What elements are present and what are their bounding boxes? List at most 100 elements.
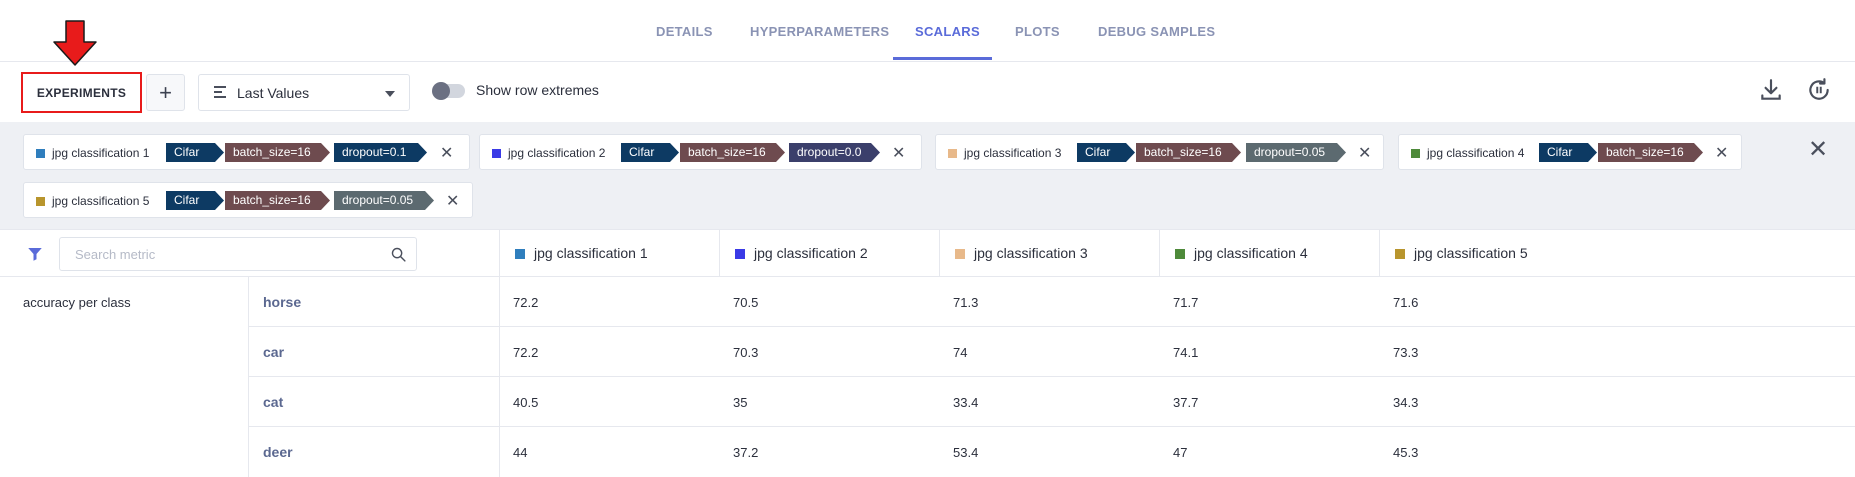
metric-value: 70.3 xyxy=(733,345,759,360)
chevron-down-icon xyxy=(385,91,395,97)
arrow-down-icon xyxy=(53,20,97,66)
value-type-select[interactable]: Last Values xyxy=(198,74,410,111)
value-type-selected: Last Values xyxy=(237,85,310,101)
experiment-name: jpg classification 1 xyxy=(52,146,150,160)
column-header-experiment: jpg classification 1 xyxy=(499,230,719,277)
column-header-label: jpg classification 4 xyxy=(1194,245,1308,261)
column-header-label: jpg classification 3 xyxy=(974,245,1088,261)
tab-scalars[interactable]: SCALARS xyxy=(915,24,980,39)
column-header-experiment: jpg classification 2 xyxy=(719,230,939,277)
experiment-color-swatch xyxy=(1175,249,1185,259)
experiment-color-swatch xyxy=(955,249,965,259)
experiment-tag: Cifar xyxy=(621,143,679,162)
column-header-experiment: jpg classification 5 xyxy=(1379,230,1855,277)
tab-details[interactable]: DETAILS xyxy=(656,24,713,39)
close-icon[interactable]: ✕ xyxy=(1358,143,1371,163)
close-icon[interactable]: ✕ xyxy=(1715,143,1728,163)
selected-experiments-panel: jpg classification 1 Cifar batch_size=16… xyxy=(0,122,1855,229)
column-header-experiment: jpg classification 3 xyxy=(939,230,1159,277)
table-row: car 72.2 70.3 74 74.1 73.3 xyxy=(249,327,1855,377)
column-header-label: jpg classification 5 xyxy=(1414,245,1528,261)
metric-value: 53.4 xyxy=(953,445,979,460)
add-experiment-button[interactable]: + xyxy=(146,74,185,111)
experiment-tag: Cifar xyxy=(166,191,224,210)
metric-value: 72.2 xyxy=(513,345,539,360)
show-row-extremes-label: Show row extremes xyxy=(476,82,599,98)
metric-name: cat xyxy=(263,394,284,410)
experiment-chip: jpg classification 2 Cifar batch_size=16… xyxy=(479,134,922,170)
experiment-color-swatch xyxy=(492,149,501,158)
metric-value: 71.7 xyxy=(1173,295,1199,310)
metric-name: deer xyxy=(263,444,293,460)
experiment-tabs: DETAILS HYPERPARAMETERS SCALARS PLOTS DE… xyxy=(0,0,1855,62)
experiment-color-swatch xyxy=(515,249,525,259)
scalars-toolbar: EXPERIMENTS + Last Values Show row extre… xyxy=(0,62,1855,122)
search-icon xyxy=(391,247,406,262)
active-tab-indicator xyxy=(893,57,992,60)
metric-value: 72.2 xyxy=(513,295,539,310)
experiment-color-swatch xyxy=(36,149,45,158)
experiment-chip: jpg classification 1 Cifar batch_size=16… xyxy=(23,134,470,170)
experiment-tag: dropout=0.1 xyxy=(334,143,427,162)
experiments-button[interactable]: EXPERIMENTS xyxy=(21,72,142,113)
table-row: horse 72.2 70.5 71.3 71.7 71.6 xyxy=(249,277,1855,327)
metric-value: 73.3 xyxy=(1393,345,1419,360)
experiment-chip: jpg classification 5 Cifar batch_size=16… xyxy=(23,182,473,218)
experiment-name: jpg classification 4 xyxy=(1427,146,1525,160)
metric-value: 37.7 xyxy=(1173,395,1199,410)
metric-value: 71.6 xyxy=(1393,295,1419,310)
experiment-tag: batch_size=16 xyxy=(225,191,330,210)
metric-group-label: accuracy per class xyxy=(23,295,131,310)
metric-value: 70.5 xyxy=(733,295,759,310)
experiment-tag: dropout=0.05 xyxy=(334,191,434,210)
metric-name: horse xyxy=(263,294,302,310)
table-row: deer 44 37.2 53.4 47 45.3 xyxy=(249,427,1855,477)
metric-value: 74 xyxy=(953,345,968,360)
close-all-icon[interactable]: ✕ xyxy=(1808,135,1828,164)
table-header: Search metric jpg classification 1 jpg c… xyxy=(0,229,1855,277)
close-icon[interactable]: ✕ xyxy=(440,143,453,163)
experiment-chip: jpg classification 3 Cifar batch_size=16… xyxy=(935,134,1384,170)
metric-value: 45.3 xyxy=(1393,445,1419,460)
metric-value: 33.4 xyxy=(953,395,979,410)
list-icon xyxy=(214,86,228,100)
metric-value: 71.3 xyxy=(953,295,979,310)
metric-value: 74.1 xyxy=(1173,345,1199,360)
experiment-tag: dropout=0.0 xyxy=(789,143,880,162)
column-header-label: jpg classification 1 xyxy=(534,245,648,261)
show-row-extremes-toggle[interactable] xyxy=(432,82,465,100)
experiment-tag: Cifar xyxy=(1077,143,1135,162)
download-icon[interactable] xyxy=(1758,77,1784,103)
tab-hyperparameters[interactable]: HYPERPARAMETERS xyxy=(750,24,889,39)
experiment-tag: batch_size=16 xyxy=(225,143,330,162)
auto-refresh-icon[interactable] xyxy=(1806,77,1832,103)
experiment-tag: batch_size=16 xyxy=(1136,143,1241,162)
experiment-name: jpg classification 5 xyxy=(52,194,150,208)
experiment-tag: Cifar xyxy=(166,143,224,162)
experiment-color-swatch xyxy=(948,149,957,158)
experiment-name: jpg classification 3 xyxy=(964,146,1062,160)
column-header-label: jpg classification 2 xyxy=(754,245,868,261)
metric-value: 47 xyxy=(1173,445,1188,460)
experiment-tag: batch_size=16 xyxy=(680,143,785,162)
search-placeholder: Search metric xyxy=(75,247,156,262)
metric-value: 40.5 xyxy=(513,395,539,410)
close-icon[interactable]: ✕ xyxy=(446,191,459,211)
metric-value: 34.3 xyxy=(1393,395,1419,410)
filter-icon[interactable] xyxy=(26,245,44,263)
close-icon[interactable]: ✕ xyxy=(892,143,905,163)
search-metric-input[interactable]: Search metric xyxy=(59,237,417,271)
metric-value: 35 xyxy=(733,395,748,410)
tab-plots[interactable]: PLOTS xyxy=(1015,24,1060,39)
experiment-color-swatch xyxy=(36,197,45,206)
table-row: cat 40.5 35 33.4 37.7 34.3 xyxy=(249,377,1855,427)
experiment-tag: batch_size=16 xyxy=(1598,143,1703,162)
experiment-color-swatch xyxy=(1395,249,1405,259)
experiment-chip: jpg classification 4 Cifar batch_size=16… xyxy=(1398,134,1742,170)
tab-debug-samples[interactable]: DEBUG SAMPLES xyxy=(1098,24,1215,39)
toggle-knob xyxy=(432,82,450,100)
metric-value: 44 xyxy=(513,445,528,460)
column-header-experiment: jpg classification 4 xyxy=(1159,230,1379,277)
experiment-name: jpg classification 2 xyxy=(508,146,606,160)
experiment-tag: dropout=0.05 xyxy=(1246,143,1346,162)
